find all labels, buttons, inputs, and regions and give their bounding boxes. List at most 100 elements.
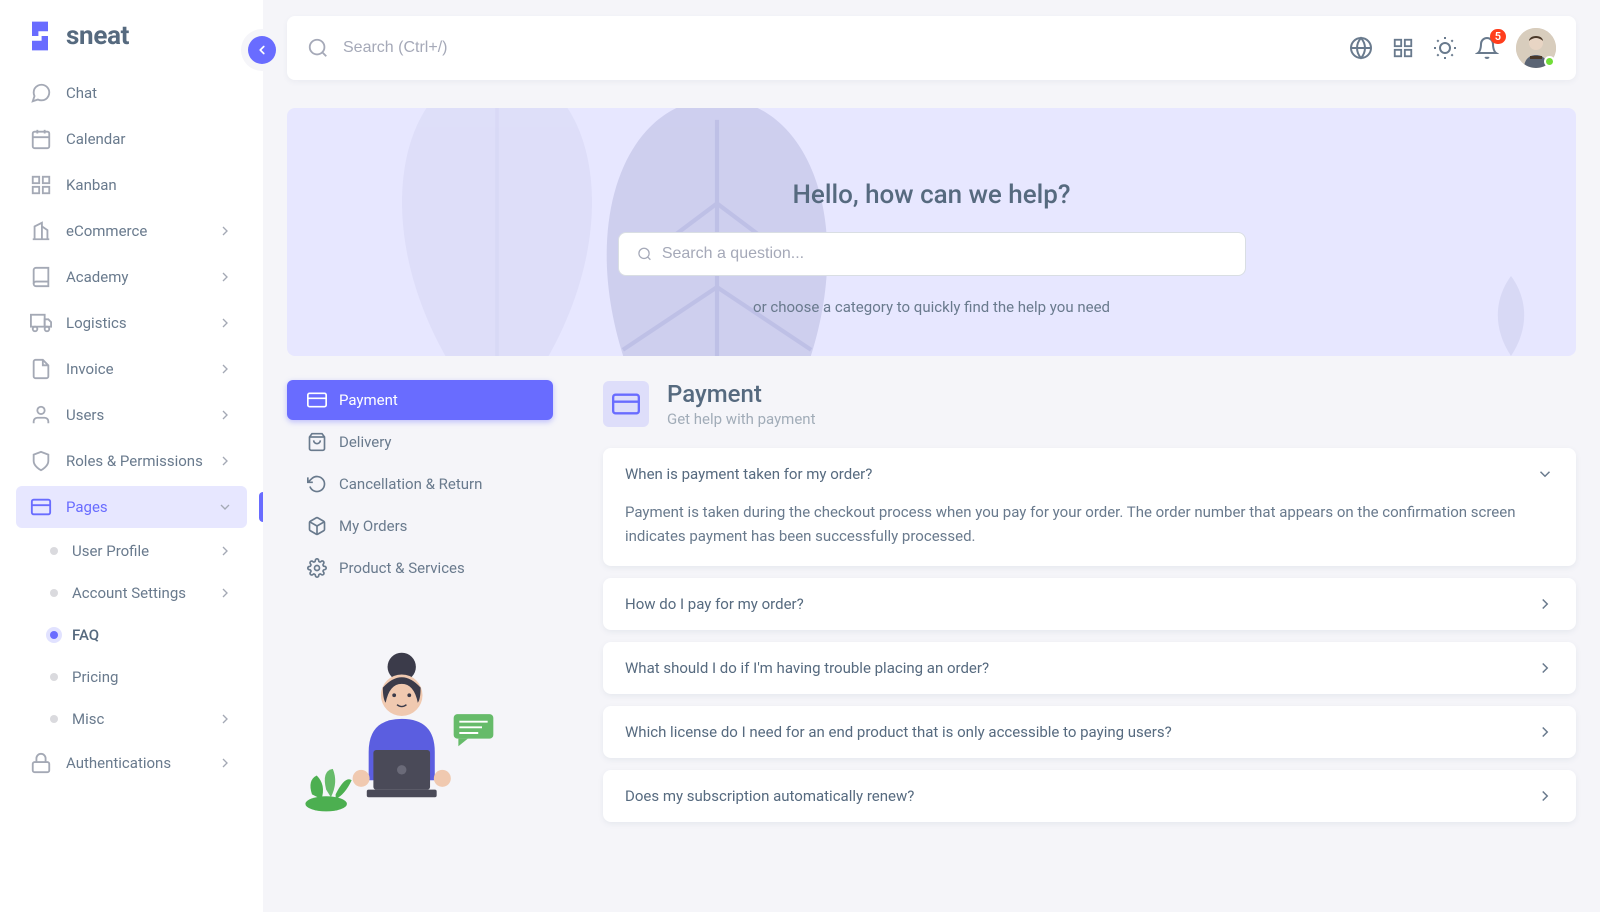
sidebar-item-calendar[interactable]: Calendar — [16, 118, 247, 160]
notifications-button[interactable]: 5 — [1474, 35, 1500, 61]
sidebar-item-invoice[interactable]: Invoice — [16, 348, 247, 390]
sidebar-item-label: Calendar — [66, 130, 126, 148]
tab-label: Payment — [339, 391, 398, 409]
sidebar-item-pricing[interactable]: Pricing — [36, 658, 247, 696]
section-icon-wrap — [603, 381, 649, 427]
accordion-question: How do I pay for my order? — [625, 595, 804, 613]
dot-icon — [50, 631, 58, 639]
section-title: Payment — [667, 380, 815, 408]
brand[interactable]: sneat — [0, 20, 263, 72]
sidebar-item-users[interactable]: Users — [16, 394, 247, 436]
gear-icon — [307, 558, 327, 578]
accordion-question: When is payment taken for my order? — [625, 465, 872, 483]
language-button[interactable] — [1348, 35, 1374, 61]
search-icon — [637, 246, 652, 262]
user-icon — [30, 404, 52, 426]
card-icon — [612, 390, 640, 418]
decorative-shape-icon — [1476, 276, 1546, 356]
faq-column: Payment Get help with payment When is pa… — [603, 380, 1576, 822]
status-indicator — [1544, 56, 1555, 67]
tab-cancellation[interactable]: Cancellation & Return — [287, 464, 553, 504]
hero-title: Hello, how can we help? — [311, 180, 1552, 210]
sidebar-item-label: Pricing — [72, 668, 118, 686]
avatar-wrapper[interactable] — [1516, 28, 1556, 68]
chevron-right-icon — [217, 361, 233, 377]
section-subtitle: Get help with payment — [667, 410, 815, 428]
sidebar-item-ecommerce[interactable]: eCommerce — [16, 210, 247, 252]
topbar: 5 — [287, 16, 1576, 80]
brand-name: sneat — [66, 21, 129, 51]
chevron-right-icon — [217, 223, 233, 239]
sidebar: sneat Chat Calendar Kanban eCommerce Aca… — [0, 0, 263, 912]
accordion-header[interactable]: When is payment taken for my order? — [603, 448, 1576, 500]
chevron-right-icon — [1536, 595, 1554, 613]
bag-icon — [307, 432, 327, 452]
sidebar-item-label: Authentications — [66, 754, 171, 772]
file-icon — [30, 358, 52, 380]
sidebar-item-label: Academy — [66, 268, 128, 286]
sidebar-item-account-settings[interactable]: Account Settings — [36, 574, 247, 612]
main: 5 — [263, 0, 1600, 912]
accordion: When is payment taken for my order? Paym… — [603, 448, 1576, 822]
accordion-item: When is payment taken for my order? Paym… — [603, 448, 1576, 566]
content: Payment Delivery Cancellation & Return M… — [287, 380, 1576, 822]
chevron-down-icon — [217, 499, 233, 515]
accordion-item: Which license do I need for an end produ… — [603, 706, 1576, 758]
sidebar-item-label: Misc — [72, 710, 104, 728]
tab-orders[interactable]: My Orders — [287, 506, 553, 546]
accordion-question: Which license do I need for an end produ… — [625, 723, 1172, 741]
card-icon — [307, 390, 327, 410]
sidebar-item-authentications[interactable]: Authentications — [16, 742, 247, 784]
book-icon — [30, 266, 52, 288]
chevron-right-icon — [217, 269, 233, 285]
sidebar-item-label: User Profile — [72, 542, 149, 560]
tab-label: My Orders — [339, 517, 407, 535]
sidebar-item-chat[interactable]: Chat — [16, 72, 247, 114]
card-icon — [30, 496, 52, 518]
theme-toggle-button[interactable] — [1432, 35, 1458, 61]
sidebar-nav: Chat Calendar Kanban eCommerce Academy L… — [0, 72, 263, 884]
sidebar-item-label: FAQ — [72, 626, 99, 644]
globe-icon — [1349, 36, 1373, 60]
sidebar-item-roles[interactable]: Roles & Permissions — [16, 440, 247, 482]
dot-icon — [50, 547, 58, 555]
accordion-question: Does my subscription automatically renew… — [625, 787, 914, 805]
hero-search-input[interactable] — [662, 245, 1227, 263]
search-icon — [307, 37, 329, 59]
accordion-header[interactable]: Does my subscription automatically renew… — [603, 770, 1576, 822]
sidebar-item-misc[interactable]: Misc — [36, 700, 247, 738]
sidebar-collapse-button[interactable] — [248, 36, 276, 64]
chevron-right-icon — [217, 585, 233, 601]
box-icon — [307, 516, 327, 536]
accordion-header[interactable]: Which license do I need for an end produ… — [603, 706, 1576, 758]
tab-product[interactable]: Product & Services — [287, 548, 553, 588]
search-input[interactable] — [343, 39, 1334, 57]
chevron-right-icon — [217, 453, 233, 469]
sidebar-item-faq[interactable]: FAQ — [36, 616, 247, 654]
brand-logo-icon — [24, 20, 56, 52]
support-illustration — [287, 648, 507, 818]
notification-badge: 5 — [1490, 29, 1506, 44]
hero-search[interactable] — [618, 232, 1246, 276]
sidebar-item-user-profile[interactable]: User Profile — [36, 532, 247, 570]
accordion-header[interactable]: How do I pay for my order? — [603, 578, 1576, 630]
sidebar-item-kanban[interactable]: Kanban — [16, 164, 247, 206]
sidebar-item-logistics[interactable]: Logistics — [16, 302, 247, 344]
sidebar-item-pages[interactable]: Pages — [16, 486, 247, 528]
sidebar-item-label: Logistics — [66, 314, 127, 332]
chevron-right-icon — [1536, 787, 1554, 805]
chevron-right-icon — [1536, 659, 1554, 677]
tab-delivery[interactable]: Delivery — [287, 422, 553, 462]
section-header: Payment Get help with payment — [603, 380, 1576, 428]
chevron-right-icon — [217, 543, 233, 559]
tab-payment[interactable]: Payment — [287, 380, 553, 420]
sidebar-item-academy[interactable]: Academy — [16, 256, 247, 298]
tab-label: Cancellation & Return — [339, 475, 482, 493]
sidebar-item-label: eCommerce — [66, 222, 147, 240]
building-icon — [30, 220, 52, 242]
apps-button[interactable] — [1390, 35, 1416, 61]
accordion-header[interactable]: What should I do if I'm having trouble p… — [603, 642, 1576, 694]
tab-label: Delivery — [339, 433, 392, 451]
accordion-item: How do I pay for my order? — [603, 578, 1576, 630]
sidebar-item-label: Kanban — [66, 176, 117, 194]
